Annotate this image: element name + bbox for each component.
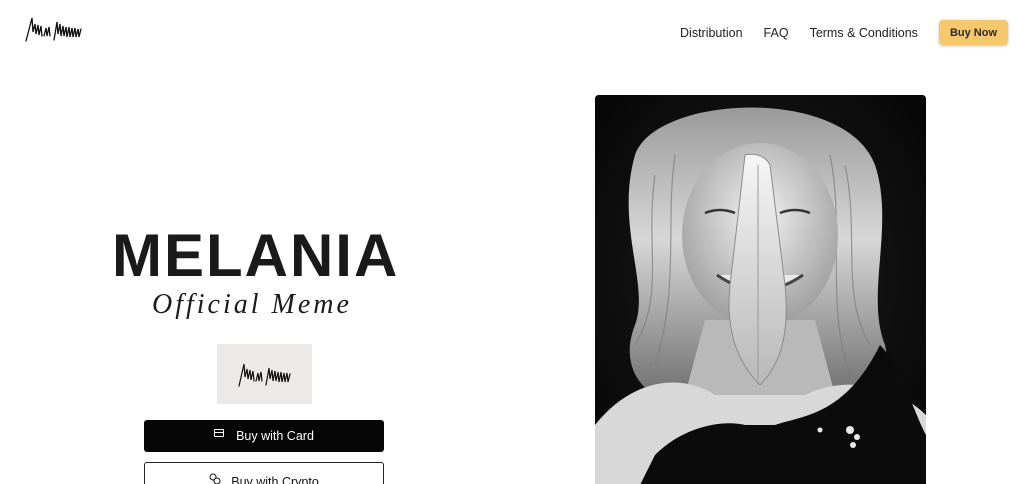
buy-with-card-button[interactable]: Buy with Card <box>144 420 384 452</box>
main-nav: Distribution FAQ Terms & Conditions Buy … <box>680 20 1008 45</box>
hero-subtitle: Official Meme <box>152 289 352 320</box>
hero-title: MELANIA <box>112 222 400 289</box>
buy-with-crypto-label: Buy with Crypto <box>231 475 319 484</box>
coins-icon <box>209 473 221 484</box>
buy-with-card-label: Buy with Card <box>236 429 314 443</box>
signature-logo[interactable] <box>24 14 84 44</box>
buy-with-crypto-button[interactable]: Buy with Crypto <box>144 462 384 484</box>
nav-terms[interactable]: Terms & Conditions <box>810 26 918 40</box>
buy-now-button[interactable]: Buy Now <box>938 20 1008 45</box>
nav-distribution[interactable]: Distribution <box>680 26 743 40</box>
nav-faq[interactable]: FAQ <box>764 26 789 40</box>
signature-badge <box>217 344 312 404</box>
portrait-photo <box>595 95 926 484</box>
site-header: Distribution FAQ Terms & Conditions Buy … <box>0 0 1024 70</box>
credit-card-icon <box>214 429 225 437</box>
